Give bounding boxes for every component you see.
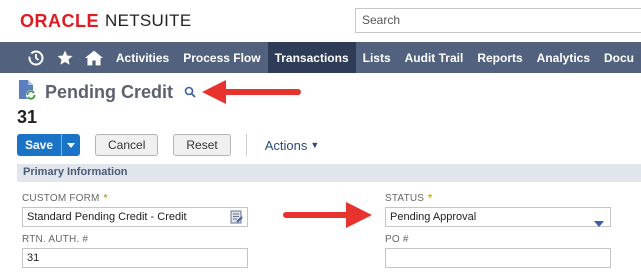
logo-oracle-text: ORACLE xyxy=(20,10,99,31)
custom-form-value: Standard Pending Credit - Credit xyxy=(27,211,187,223)
home-icon[interactable] xyxy=(80,42,109,73)
app-header: ORACLE NETSUITE Search xyxy=(0,0,641,42)
custom-form-label: CUSTOM FORM * xyxy=(22,193,108,204)
nav-process-flow[interactable]: Process Flow xyxy=(176,42,267,73)
reset-button[interactable]: Reset xyxy=(173,134,231,156)
nav-activities[interactable]: Activities xyxy=(109,42,176,73)
annotation-arrow-status xyxy=(283,202,372,228)
document-refresh-icon xyxy=(17,79,37,106)
main-navbar: Activities Process Flow Transactions Lis… xyxy=(0,42,641,73)
nav-lists[interactable]: Lists xyxy=(356,42,398,73)
page-title: Pending Credit xyxy=(45,81,174,102)
nav-reports[interactable]: Reports xyxy=(470,42,529,73)
oracle-netsuite-logo[interactable]: ORACLE NETSUITE xyxy=(20,11,191,31)
status-label-text: STATUS xyxy=(385,193,425,204)
save-dropdown-button[interactable] xyxy=(61,134,80,156)
rtn-auth-input[interactable]: 31 xyxy=(22,248,248,268)
save-button-group: Save xyxy=(17,134,80,156)
po-input[interactable] xyxy=(385,248,611,268)
nav-analytics[interactable]: Analytics xyxy=(530,42,597,73)
chevron-down-icon xyxy=(67,142,75,148)
search-icon[interactable] xyxy=(183,85,197,99)
star-icon[interactable] xyxy=(51,42,80,73)
nav-documents[interactable]: Docu xyxy=(597,42,641,73)
global-search-input[interactable]: Search xyxy=(355,8,641,33)
record-id: 31 xyxy=(17,107,38,127)
actions-label: Actions xyxy=(264,137,308,153)
action-button-row: Save Cancel Reset Actions ▼ xyxy=(17,134,319,156)
caret-down-icon: ▼ xyxy=(310,140,320,150)
nav-audit-trail[interactable]: Audit Trail xyxy=(398,42,471,73)
form-edit-icon[interactable] xyxy=(230,210,243,229)
button-divider xyxy=(245,134,247,156)
custom-form-select[interactable]: Standard Pending Credit - Credit xyxy=(22,207,248,227)
custom-form-label-text: CUSTOM FORM xyxy=(22,193,100,204)
logo-netsuite-text: NETSUITE xyxy=(105,11,192,30)
primary-information-header[interactable]: Primary Information xyxy=(17,164,641,182)
save-button[interactable]: Save xyxy=(17,134,61,156)
rtn-auth-label: RTN. AUTH. # xyxy=(22,234,89,245)
required-star: * xyxy=(103,193,108,204)
annotation-arrow-title xyxy=(202,80,301,104)
cancel-button[interactable]: Cancel xyxy=(95,134,159,156)
chevron-down-icon xyxy=(594,214,604,232)
po-label: PO # xyxy=(385,234,409,245)
status-select[interactable]: Pending Approval xyxy=(385,207,611,227)
recent-icon[interactable] xyxy=(22,42,51,73)
page-title-row: Pending Credit xyxy=(17,79,197,106)
nav-transactions[interactable]: Transactions xyxy=(267,42,356,73)
actions-menu[interactable]: Actions ▼ xyxy=(265,138,320,153)
required-star: * xyxy=(428,193,433,204)
status-value: Pending Approval xyxy=(390,211,477,223)
status-label: STATUS * xyxy=(385,193,432,204)
rtn-auth-value: 31 xyxy=(27,252,40,264)
